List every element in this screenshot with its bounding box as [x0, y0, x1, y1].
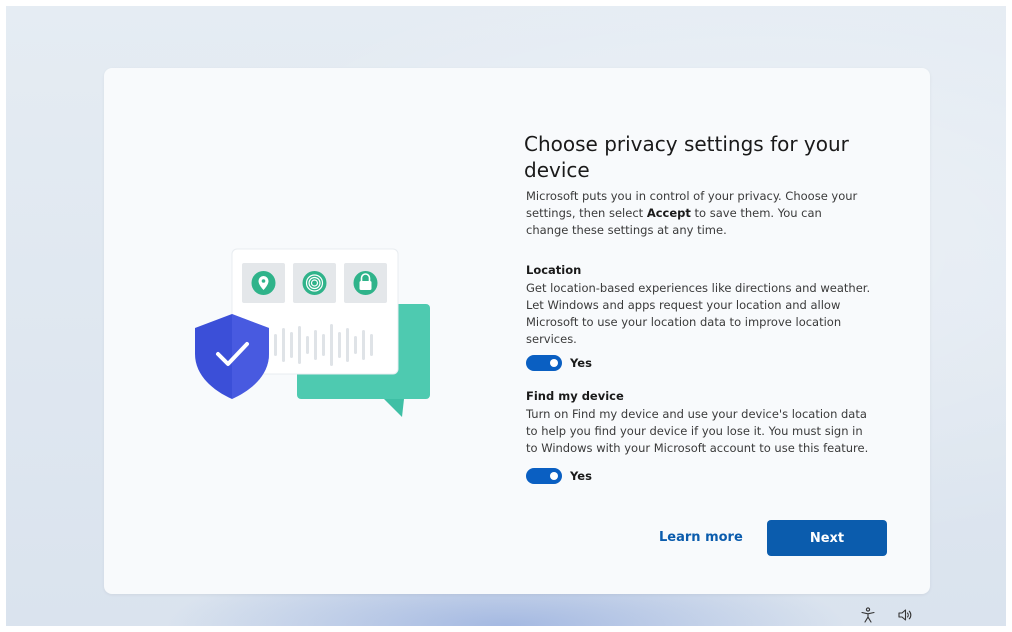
next-button[interactable]: Next [767, 520, 887, 556]
location-toggle-label: Yes [570, 356, 592, 370]
page-title: Choose privacy settings for your device [524, 132, 849, 182]
find-my-device-toggle[interactable] [526, 468, 562, 484]
location-toggle[interactable] [526, 355, 562, 371]
learn-more-link[interactable]: Learn more [659, 530, 743, 545]
location-pin-icon [251, 271, 276, 295]
find-my-device-toggle-label: Yes [570, 469, 592, 483]
page-description: Microsoft puts you in control of your pr… [526, 189, 858, 237]
location-description: Get location-based experiences like dire… [526, 281, 871, 346]
fingerprint-icon [302, 271, 327, 295]
privacy-illustration [195, 248, 430, 417]
lock-icon [353, 271, 378, 295]
find-my-device-description: Turn on Find my device and use your devi… [526, 407, 869, 455]
shield-check-icon [195, 314, 269, 399]
toggle-knob [550, 472, 558, 480]
volume-icon[interactable] [897, 607, 913, 623]
location-toggle-row: Yes [526, 354, 592, 372]
find-my-device-title: Find my device [526, 389, 624, 403]
location-title: Location [526, 263, 582, 277]
find-my-device-toggle-row: Yes [526, 467, 592, 485]
accessibility-icon[interactable] [860, 607, 876, 623]
toggle-knob [550, 359, 558, 367]
oobe-card: Choose privacy settings for your device … [104, 68, 930, 594]
desktop-background: Choose privacy settings for your device … [6, 6, 1006, 626]
